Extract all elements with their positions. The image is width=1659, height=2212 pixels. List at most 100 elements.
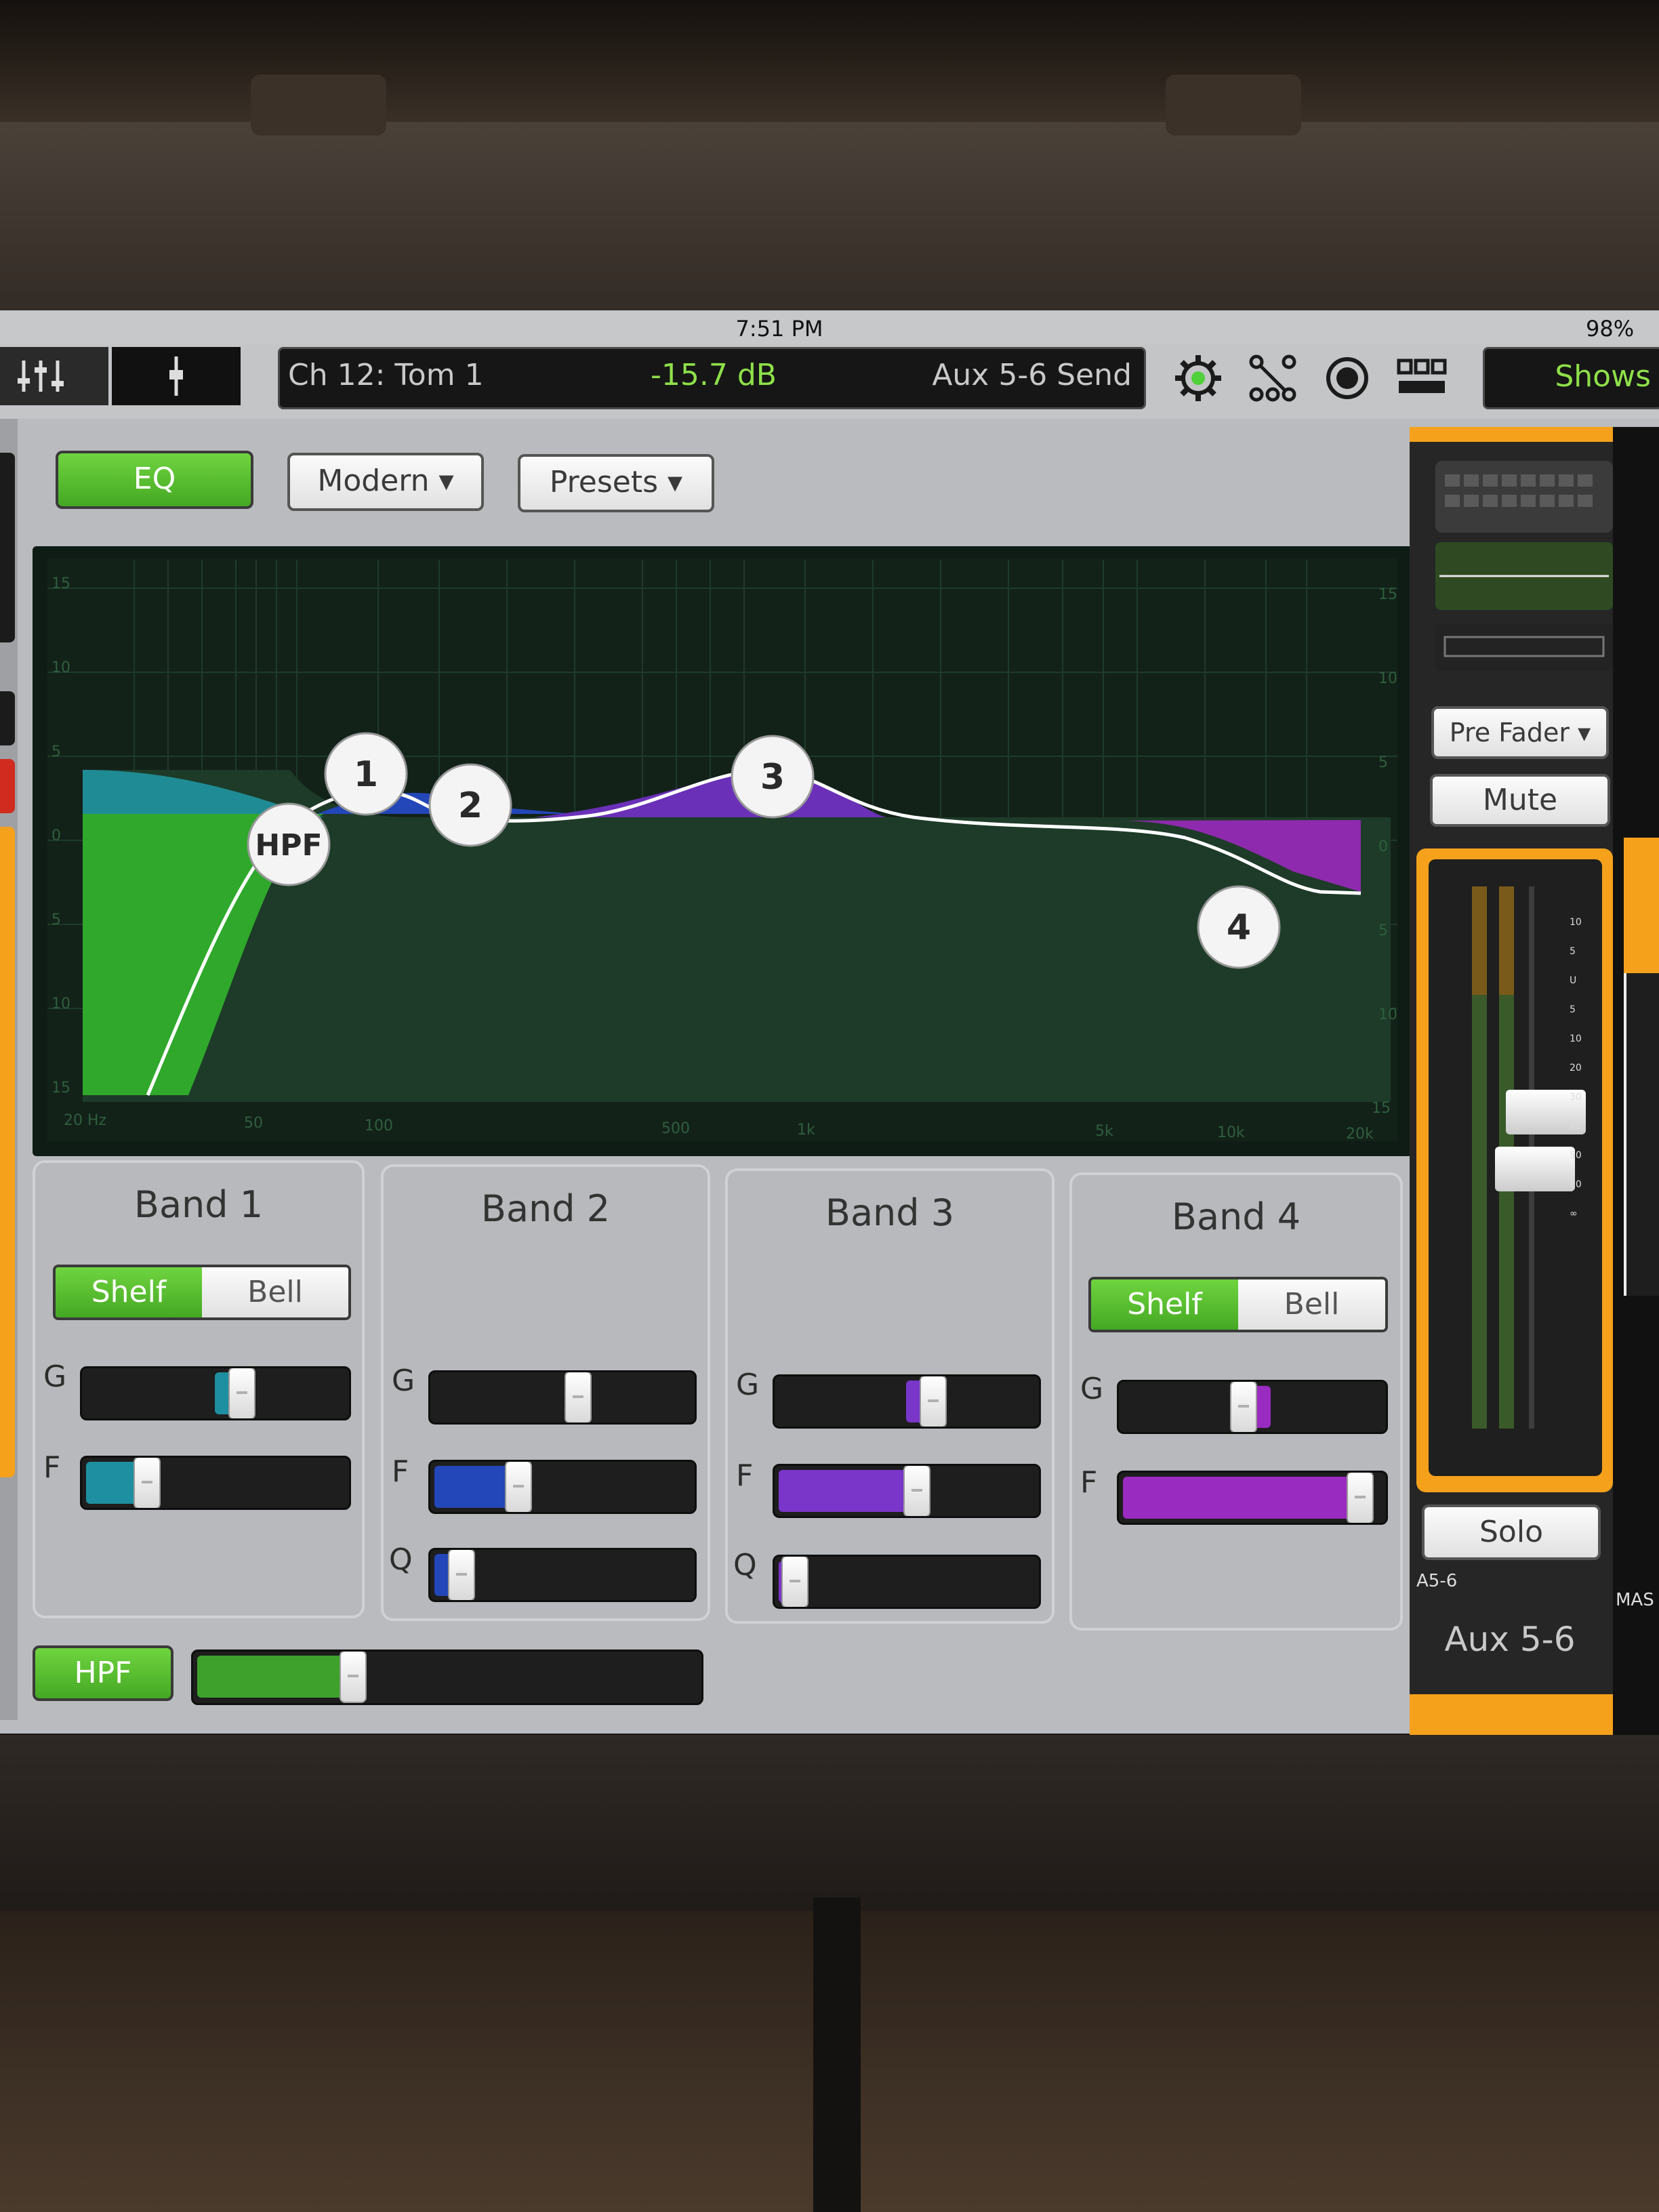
stand-pole [813, 1898, 861, 2212]
band4-freq-slider[interactable] [1117, 1471, 1388, 1525]
hpf-toggle-button[interactable]: HPF [33, 1645, 173, 1701]
battery-level: 98% [1586, 316, 1635, 342]
pre-fader-dropdown[interactable]: Pre Fader ▾ [1431, 706, 1609, 759]
meter-scale-label: 60 [1570, 1179, 1582, 1190]
faders-icon [18, 361, 64, 392]
aux-short-name: A5-6 [1416, 1571, 1458, 1591]
layout-icon[interactable] [1395, 351, 1449, 405]
band4-node-label: 4 [1227, 907, 1251, 948]
freq-label: 500 [661, 1120, 690, 1137]
band4-shelf-option[interactable]: Shelf [1091, 1279, 1238, 1330]
band1-node-label: 1 [354, 754, 378, 795]
aux-strip-accent [1410, 427, 1613, 442]
meter-scale-label: ∞ [1570, 1208, 1578, 1219]
meter-scale-label: U [1570, 975, 1577, 986]
scale-right-label: 10 [1378, 1006, 1397, 1023]
meter-scale-label: 30 [1570, 1092, 1582, 1103]
fader-cap[interactable] [1495, 1147, 1575, 1191]
eq-graph[interactable]: 15 10 5 0 5 10 15 15 10 5 0 5 10 15 20 H… [33, 546, 1412, 1156]
channel-name: Ch 12: Tom 1 [288, 358, 484, 392]
status-time: 7:51 PM [735, 316, 823, 342]
record-icon[interactable] [1320, 351, 1374, 405]
band3-freq-slider[interactable] [773, 1464, 1041, 1518]
aux-strip-accent-bottom [1410, 1694, 1613, 1735]
slider-thumb[interactable] [781, 1557, 808, 1607]
band3-gain-slider[interactable] [773, 1374, 1041, 1429]
meter-scale-label: 10 [1570, 917, 1582, 928]
band4-panel: Band 4 Shelf Bell G F [1069, 1172, 1403, 1631]
gear-icon[interactable] [1171, 351, 1225, 405]
band2-panel: Band 2 G F Q [381, 1164, 710, 1621]
band4-bell-option[interactable]: Bell [1238, 1279, 1385, 1330]
routing-icon[interactable] [1246, 351, 1300, 405]
channel-level: -15.7 dB [651, 358, 777, 392]
scale-left-label: 10 [52, 659, 70, 676]
band2-freq-slider[interactable] [428, 1460, 697, 1514]
slider-thumb[interactable] [228, 1368, 255, 1418]
band2-gain-label: G [392, 1364, 415, 1398]
band4-freq-label: F [1080, 1465, 1098, 1500]
band1-freq-label: F [43, 1450, 61, 1485]
freq-label: 20 Hz [64, 1112, 106, 1129]
eq-mode-dropdown[interactable]: Modern ▾ [287, 453, 484, 511]
band3-node-label: 3 [760, 757, 785, 798]
band2-gain-slider[interactable] [428, 1370, 697, 1425]
single-fader-tab[interactable] [112, 347, 241, 405]
band2-title: Band 2 [480, 1187, 611, 1230]
background-top [0, 0, 1659, 122]
freq-label: 1k [797, 1122, 815, 1139]
band4-gain-slider[interactable] [1117, 1380, 1388, 1434]
mini-dynamics-thumbnail[interactable] [1435, 623, 1613, 671]
band1-gain-slider[interactable] [80, 1366, 351, 1420]
band2-q-slider[interactable] [428, 1548, 697, 1602]
master-label: MAS [1616, 1590, 1654, 1610]
band2-node[interactable]: 2 [428, 763, 512, 847]
slider-thumb[interactable] [1230, 1382, 1257, 1432]
slider-thumb[interactable] [448, 1550, 475, 1600]
solo-button[interactable]: Solo [1422, 1504, 1601, 1560]
eq-toggle-button[interactable]: EQ [56, 451, 253, 509]
hpf-node-label: HPF [255, 828, 322, 863]
band3-gain-label: G [736, 1368, 760, 1402]
scale-right-label: 15 [1378, 586, 1397, 603]
band3-q-label: Q [733, 1548, 757, 1582]
left-strip-segment [0, 691, 15, 745]
band3-q-slider[interactable] [773, 1555, 1041, 1609]
slider-thumb[interactable] [134, 1458, 161, 1508]
band3-node[interactable]: 3 [731, 735, 815, 819]
slider-thumb[interactable] [920, 1376, 947, 1427]
slider-thumb[interactable] [903, 1466, 930, 1516]
mixer-view-tab[interactable] [0, 347, 108, 405]
slider-thumb[interactable] [1347, 1473, 1374, 1523]
freq-label: 10k [1217, 1124, 1245, 1141]
freq-label: 5k [1095, 1123, 1113, 1140]
band1-shelf-option[interactable]: Shelf [56, 1267, 202, 1317]
hpf-node[interactable]: HPF [247, 802, 331, 886]
scale-left-label: 15 [52, 1080, 70, 1097]
slider-thumb[interactable] [505, 1462, 532, 1512]
meter-scale-label: 40 [1570, 1121, 1582, 1132]
band4-node[interactable]: 4 [1197, 885, 1281, 969]
band1-bell-option[interactable]: Bell [202, 1267, 348, 1317]
band1-type-toggle[interactable]: Shelf Bell [53, 1265, 351, 1320]
scale-left-label: 15 [52, 575, 70, 592]
band1-node[interactable]: 1 [324, 732, 408, 816]
slider-fill [434, 1466, 512, 1508]
slider-fill [86, 1462, 140, 1504]
freq-label: 50 [244, 1115, 263, 1132]
slider-fill [779, 1470, 912, 1512]
mini-eq-thumbnail[interactable] [1435, 461, 1613, 533]
presets-dropdown[interactable]: Presets ▾ [518, 454, 714, 512]
mute-button[interactable]: Mute [1430, 774, 1610, 827]
band1-freq-slider[interactable] [80, 1456, 351, 1510]
slider-thumb[interactable] [340, 1652, 367, 1703]
left-strip-segment [0, 453, 15, 642]
band3-title: Band 3 [825, 1191, 955, 1234]
freq-label: 20k [1346, 1126, 1374, 1143]
band4-type-toggle[interactable]: Shelf Bell [1088, 1277, 1388, 1332]
fader-icon [169, 356, 183, 396]
left-strip-orange [0, 827, 15, 1477]
mini-eq-curve[interactable] [1435, 542, 1613, 610]
hpf-slider[interactable] [191, 1650, 703, 1705]
slider-thumb[interactable] [565, 1372, 592, 1422]
